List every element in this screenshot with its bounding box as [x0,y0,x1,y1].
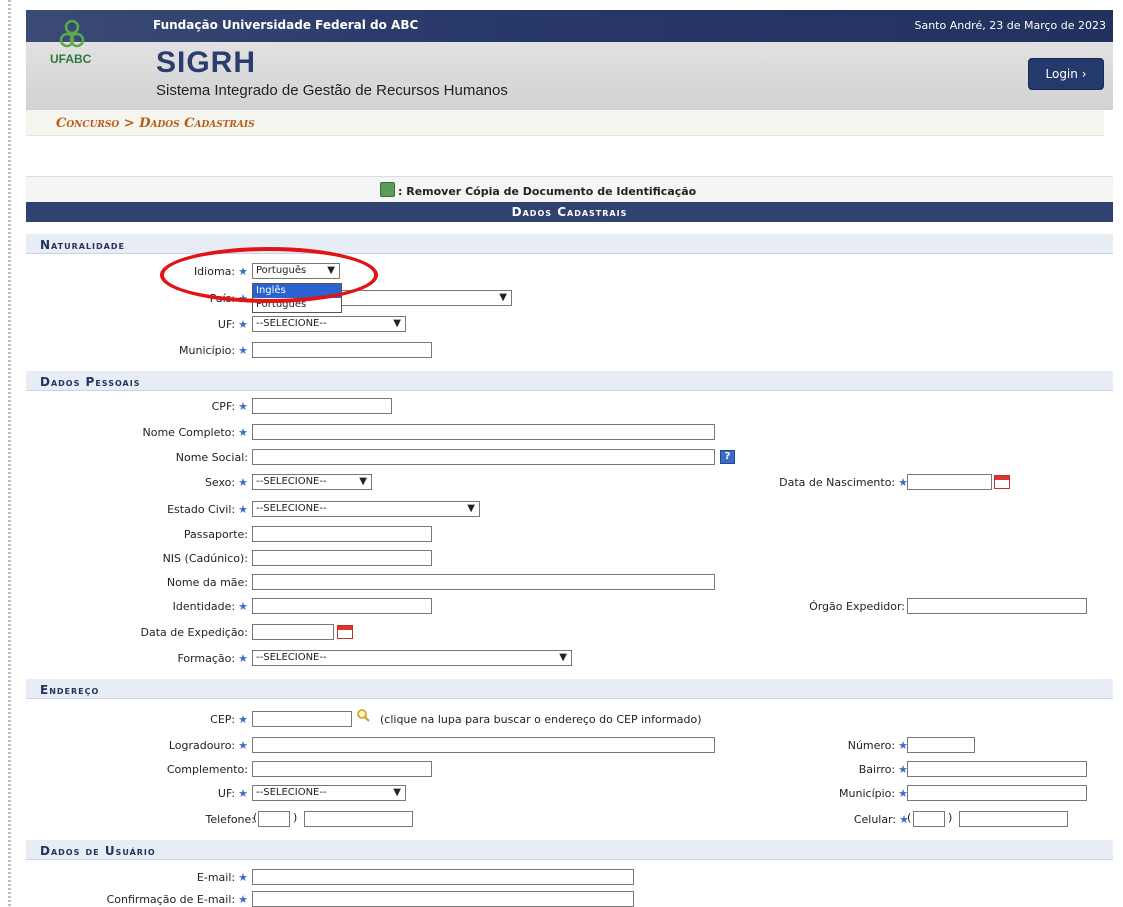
formacao-select[interactable]: --SELECIONE-- ▼ [252,650,572,666]
login-button[interactable]: Login › [1028,58,1104,90]
endereco-municipio-input[interactable] [907,785,1087,801]
remove-document-link[interactable]: : Remover Cópia de Documento de Identifi… [398,185,696,198]
page: Fundação Universidade Federal do ABC San… [0,0,1123,907]
form-caption: Dados Cadastrais [26,202,1113,222]
logo-text: UFABC [50,52,92,66]
nome-completo-label: Nome Completo: ★ [142,426,249,439]
left-border [8,0,11,907]
ufabc-logo-icon [59,19,85,48]
formacao-label: Formação: ★ [177,652,248,665]
app-name: SIGRH [156,46,257,79]
celular-input[interactable] [959,811,1068,827]
celular-label: Celular: ★ [853,813,909,826]
sexo-label: Sexo: ★ [204,476,248,489]
idioma-label: Idioma: ★ [193,265,248,278]
dropdown-option-ingles[interactable]: Inglês [253,284,341,298]
cep-label: CEP: ★ [210,713,248,726]
logradouro-input[interactable] [252,737,715,753]
calendar-icon[interactable] [994,475,1010,489]
section-title: Endereço [40,683,100,697]
search-icon[interactable] [356,708,370,722]
identidade-label: Identidade: ★ [172,600,248,613]
email-input[interactable] [252,869,634,885]
idioma-dropdown-list: Inglês Português [252,283,342,313]
section-endereco: Endereço [26,679,1113,699]
action-bar: : Remover Cópia de Documento de Identifi… [26,176,1113,202]
top-strip: Fundação Universidade Federal do ABC San… [26,10,1113,42]
municipio-label: Município: ★ [179,344,248,357]
data-expedicao-label: Data de Expedição: [140,626,248,639]
telefone-label: Telefone: [205,813,256,826]
nome-social-label: Nome Social: [175,451,248,464]
endereco-uf-select[interactable]: --SELECIONE-- ▼ [252,785,406,801]
uf-label: UF: ★ [217,318,248,331]
email-confirm-input[interactable] [252,891,634,907]
cpf-label: CPF: ★ [211,400,248,413]
nome-social-input[interactable] [252,449,715,465]
data-nascimento-label: Data de Nascimento: ★ [779,476,908,489]
bairro-input[interactable] [907,761,1087,777]
section-dados-usuario: Dados de Usuário [26,840,1113,860]
section-title: Dados Pessoais [40,375,141,389]
endereco-uf-label: UF: ★ [217,787,248,800]
numero-input[interactable] [907,737,975,753]
cep-note: (clique na lupa para buscar o endereço d… [380,713,702,726]
nome-mae-input[interactable] [252,574,715,590]
nis-label: NIS (Cadúnico): [162,552,248,565]
bairro-label: Bairro: ★ [858,763,908,776]
estado-civil-label: Estado Civil: ★ [167,503,248,516]
calendar-icon[interactable] [337,625,353,639]
email-confirm-label: Confirmação de E-mail: ★ [106,893,248,906]
telefone-ddd-input[interactable] [258,811,290,827]
identidade-input[interactable] [252,598,432,614]
orgao-label: Órgão Expedidor: [809,600,905,613]
section-title: Dados de Usuário [40,844,156,858]
complemento-input[interactable] [252,761,432,777]
document-remove-icon[interactable] [380,182,395,197]
breadcrumb-text[interactable]: Concurso > Dados Cadastrais [56,116,255,131]
cep-input[interactable] [252,711,352,727]
section-naturalidade: Naturalidade [26,234,1113,254]
nis-input[interactable] [252,550,432,566]
cpf-input[interactable] [252,398,392,414]
celular-ddd-input[interactable] [913,811,945,827]
complemento-label: Complemento: [166,763,248,776]
orgao-input[interactable] [907,598,1087,614]
help-icon[interactable]: ? [720,450,735,464]
idioma-select[interactable]: Português ▼ [252,263,340,279]
section-title: Naturalidade [40,238,125,252]
estado-civil-select[interactable]: --SELECIONE-- ▼ [252,501,480,517]
current-date: Santo André, 23 de Março de 2023 [914,19,1106,32]
header: Fundação Universidade Federal do ABC San… [26,10,1113,110]
section-dados-pessoais: Dados Pessoais [26,371,1113,391]
telefone-input[interactable] [304,811,413,827]
logradouro-label: Logradouro: ★ [168,739,248,752]
email-label: E-mail: ★ [196,871,248,884]
data-expedicao-input[interactable] [252,624,334,640]
app-subtitle: Sistema Integrado de Gestão de Recursos … [156,82,508,99]
pais-label: País: ★ [209,292,248,305]
endereco-municipio-label: Município: ★ [839,787,908,800]
data-nascimento-input[interactable] [907,474,992,490]
institution-name: Fundação Universidade Federal do ABC [153,18,419,32]
numero-label: Número: ★ [847,739,908,752]
passaporte-label: Passaporte: [183,528,248,541]
nome-completo-input[interactable] [252,424,715,440]
passaporte-input[interactable] [252,526,432,542]
dropdown-option-portugues[interactable]: Português [253,298,341,312]
municipio-input[interactable] [252,342,432,358]
sexo-select[interactable]: --SELECIONE-- ▼ [252,474,372,490]
nome-mae-label: Nome da mãe: [166,576,248,589]
uf-select[interactable]: --SELECIONE-- ▼ [252,316,406,332]
breadcrumb: Concurso > Dados Cadastrais [26,110,1104,136]
